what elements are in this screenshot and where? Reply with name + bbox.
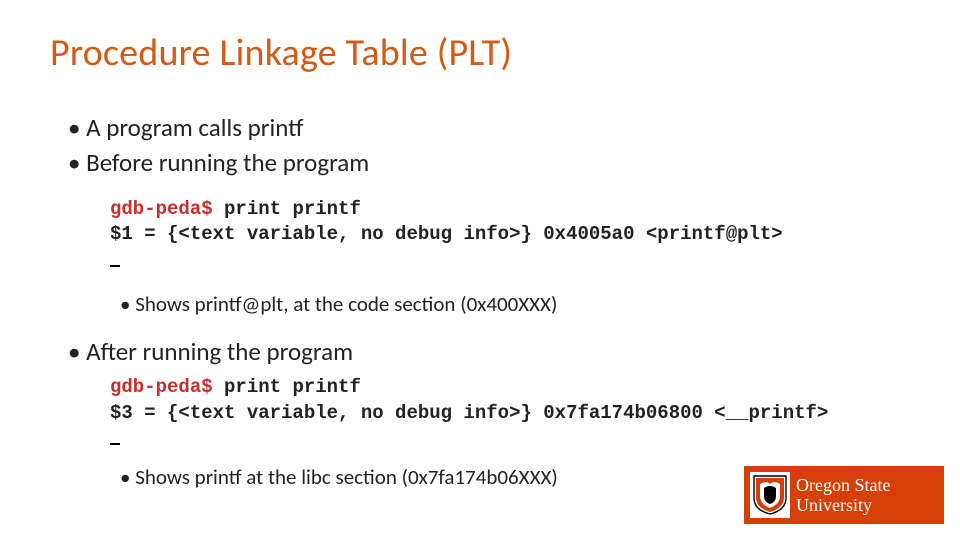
code-line-3: gdb-peda$ print printf (110, 375, 910, 401)
code-block-after: gdb-peda$ print printf $3 = {<text varia… (110, 375, 910, 452)
bullet-2: Before running the program (68, 147, 910, 178)
bullet-4: After running the program (68, 336, 910, 367)
gdb-command-1: print printf (213, 198, 361, 220)
osu-logo: Oregon State University (744, 466, 944, 524)
bullet-1: A program calls printf (68, 112, 910, 143)
code-line-4: $3 = {<text variable, no debug info>} 0x… (110, 401, 910, 427)
code-line-1: gdb-peda$ print printf (110, 197, 910, 223)
logo-line1: Oregon State (796, 476, 890, 494)
gdb-command-2: print printf (213, 376, 361, 398)
code-line-2: $1 = {<text variable, no debug info>} 0x… (110, 222, 910, 248)
shield-icon (750, 472, 790, 518)
gdb-output-1: $1 = {<text variable, no debug info>} 0x… (110, 223, 783, 245)
gdb-prompt-2: gdb-peda$ (110, 376, 213, 398)
code-block-before: gdb-peda$ print printf $1 = {<text varia… (110, 197, 910, 274)
bullet-3: Shows printf@plt, at the code section (0… (120, 291, 910, 317)
gdb-output-2: $3 = {<text variable, no debug info>} 0x… (110, 402, 828, 424)
slide-title: Procedure Linkage Table (PLT) (50, 30, 910, 76)
logo-line2: University (796, 496, 890, 514)
cursor-icon (110, 265, 120, 267)
code-cursor-1 (110, 248, 910, 274)
cursor-icon (110, 443, 120, 445)
logo-text: Oregon State University (796, 476, 890, 514)
gdb-prompt-1: gdb-peda$ (110, 198, 213, 220)
slide: Procedure Linkage Table (PLT) A program … (0, 0, 960, 540)
code-cursor-2 (110, 426, 910, 452)
